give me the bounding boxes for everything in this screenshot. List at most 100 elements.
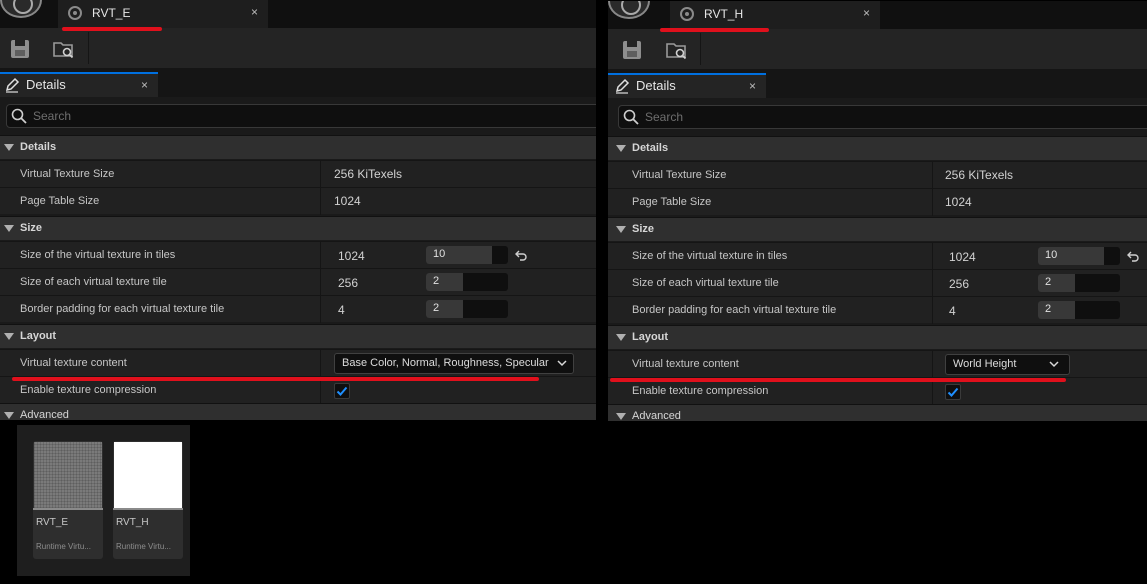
property-name: Border padding for each virtual texture … [20, 303, 225, 315]
save-icon[interactable] [9, 38, 31, 60]
slider-value: 10 [1045, 249, 1058, 261]
collapse-arrow-icon[interactable] [616, 145, 626, 152]
column-divider[interactable] [932, 378, 933, 405]
tile-size-slider[interactable]: 2 [426, 273, 508, 291]
section-advanced[interactable]: Advanced [608, 404, 1147, 421]
asset-editor-rvt-h: RVT_H × Details × Search Details Virtual… [608, 1, 1147, 421]
asset-tab-title: RVT_E [92, 6, 131, 20]
column-divider[interactable] [320, 269, 321, 296]
search-box[interactable] [6, 104, 596, 128]
browse-asset-icon[interactable] [665, 39, 687, 61]
asset-type-label: Runtime Virtu... [116, 542, 171, 551]
collapse-arrow-icon[interactable] [616, 334, 626, 341]
column-divider[interactable] [320, 350, 321, 377]
property-row: Virtual texture content Base Color, Norm… [0, 349, 596, 377]
property-name: Virtual Texture Size [20, 168, 115, 180]
column-divider[interactable] [932, 270, 933, 297]
search-input[interactable] [33, 107, 433, 125]
collapse-arrow-icon[interactable] [4, 144, 14, 151]
property-value: 1024 [334, 194, 361, 208]
asset-editor-rvt-e: RVT_E × Details × Search Details Virtual… [0, 0, 596, 420]
column-divider[interactable] [932, 189, 933, 216]
section-layout[interactable]: Layout [0, 324, 596, 348]
column-divider[interactable] [320, 161, 321, 188]
asset-type-label: Runtime Virtu... [36, 542, 91, 551]
toolbar-separator [88, 32, 89, 64]
title-bar: RVT_E × [0, 0, 596, 28]
compression-checkbox[interactable] [334, 383, 350, 399]
border-padding-slider[interactable]: 2 [1038, 301, 1120, 319]
close-icon[interactable]: × [863, 6, 870, 20]
asset-toolbar [0, 28, 596, 68]
details-tab[interactable]: Details × [608, 73, 766, 98]
search-box[interactable] [618, 105, 1147, 129]
column-divider[interactable] [932, 297, 933, 324]
property-value: 256 KiTexels [334, 167, 403, 181]
title-bar: RVT_H × [608, 1, 1147, 29]
close-icon[interactable]: × [251, 5, 258, 19]
property-row: Size of the virtual texture in tiles 102… [0, 241, 596, 269]
column-divider[interactable] [320, 377, 321, 404]
virtual-texture-content-dropdown[interactable]: World Height [945, 354, 1070, 375]
asset-tab-rvt-e[interactable]: RVT_E × [58, 0, 268, 28]
section-size[interactable]: Size [608, 217, 1147, 241]
browse-asset-icon[interactable] [52, 38, 74, 60]
dropdown-value: World Height [953, 358, 1017, 370]
asset-type-icon [68, 6, 82, 20]
reset-to-default-icon[interactable] [1126, 249, 1140, 263]
property-row: Virtual texture content World Height [608, 350, 1147, 378]
column-divider[interactable] [320, 242, 321, 269]
property-value: 1024 [949, 250, 976, 264]
search-input[interactable] [645, 108, 1045, 126]
save-icon[interactable] [621, 39, 643, 61]
collapse-arrow-icon[interactable] [4, 333, 14, 340]
property-value: 4 [949, 304, 956, 318]
details-tab[interactable]: Details × [0, 72, 158, 97]
unreal-logo-icon[interactable] [608, 1, 650, 19]
property-row: Virtual Texture Size 256 KiTexels [0, 160, 596, 188]
checkmark-icon [947, 387, 959, 397]
section-size[interactable]: Size [0, 216, 596, 240]
section-details[interactable]: Details [0, 135, 596, 159]
tile-size-slider[interactable]: 2 [1038, 274, 1120, 292]
property-name: Enable texture compression [632, 385, 769, 397]
details-panel: Details Virtual Texture Size 256 KiTexel… [608, 98, 1147, 421]
annotation-underline [62, 27, 162, 31]
collapse-arrow-icon[interactable] [616, 226, 626, 233]
asset-tile-rvt-e[interactable]: RVT_E Runtime Virtu... [33, 441, 103, 559]
column-divider[interactable] [320, 188, 321, 215]
column-divider[interactable] [932, 162, 933, 189]
slider-value: 2 [1045, 276, 1052, 288]
tiles-slider[interactable]: 10 [1038, 247, 1120, 265]
column-divider[interactable] [320, 296, 321, 323]
compression-checkbox[interactable] [945, 384, 961, 400]
close-icon[interactable]: × [749, 79, 756, 93]
section-layout[interactable]: Layout [608, 325, 1147, 349]
tiles-slider[interactable]: 10 [426, 246, 508, 264]
virtual-texture-content-dropdown[interactable]: Base Color, Normal, Roughness, Specular [334, 353, 574, 374]
details-tab-label: Details [26, 77, 66, 92]
property-row: Border padding for each virtual texture … [608, 296, 1147, 324]
border-padding-slider[interactable]: 2 [426, 300, 508, 318]
column-divider[interactable] [932, 243, 933, 270]
unreal-logo-icon[interactable] [0, 0, 42, 18]
property-name: Size of the virtual texture in tiles [20, 249, 176, 261]
property-name: Virtual texture content [20, 357, 127, 369]
property-name: Virtual texture content [632, 358, 739, 370]
asset-tab-rvt-h[interactable]: RVT_H × [670, 1, 880, 29]
collapse-arrow-icon[interactable] [4, 412, 14, 419]
property-value: 1024 [945, 195, 972, 209]
slider-value: 2 [433, 302, 440, 314]
annotation-underline [610, 378, 1066, 382]
section-details[interactable]: Details [608, 136, 1147, 160]
collapse-arrow-icon[interactable] [616, 413, 626, 420]
thumbnail-type-rule [33, 508, 103, 510]
reset-to-default-icon[interactable] [514, 248, 528, 262]
asset-tile-rvt-h[interactable]: RVT_H Runtime Virtu... [113, 441, 183, 559]
close-icon[interactable]: × [141, 78, 148, 92]
asset-toolbar [608, 29, 1147, 69]
column-divider[interactable] [932, 351, 933, 378]
collapse-arrow-icon[interactable] [4, 225, 14, 232]
property-row: Page Table Size 1024 [608, 188, 1147, 216]
section-advanced[interactable]: Advanced [0, 403, 596, 420]
